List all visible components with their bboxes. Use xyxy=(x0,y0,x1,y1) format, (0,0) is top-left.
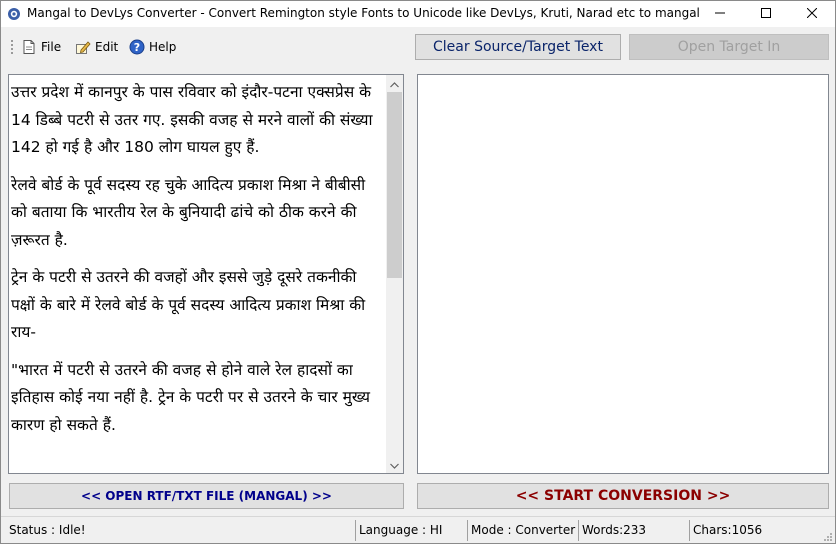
app-window: Mangal to DevLys Converter - Convert Rem… xyxy=(0,0,836,544)
chevron-down-icon xyxy=(390,458,399,472)
toolbar-grip[interactable] xyxy=(11,40,14,54)
scroll-up-button[interactable] xyxy=(386,75,403,92)
menu-help[interactable]: ? Help xyxy=(129,37,176,57)
scroll-thumb[interactable] xyxy=(387,92,402,278)
menu-file-label: File xyxy=(41,40,62,54)
clear-text-button[interactable]: Clear Source/Target Text xyxy=(415,34,621,60)
language-indicator: Language : HI xyxy=(359,523,443,537)
char-count: Chars:1056 xyxy=(693,523,763,537)
open-file-button[interactable]: << OPEN RTF/TXT FILE (MANGAL) >> xyxy=(9,483,404,509)
close-icon xyxy=(806,7,818,21)
status-divider xyxy=(578,520,579,541)
source-paragraph: "भारत में पटरी से उतरने की वजह से होने व… xyxy=(11,360,370,434)
title-bar[interactable]: Mangal to DevLys Converter - Convert Rem… xyxy=(1,1,835,27)
source-scrollbar[interactable] xyxy=(386,75,403,473)
edit-icon xyxy=(75,39,91,55)
file-icon xyxy=(21,39,37,55)
source-text: उत्तर प्रदेश में कानपुर के पास रविवार को… xyxy=(11,79,383,449)
svg-text:?: ? xyxy=(134,41,140,54)
source-paragraph: उत्तर प्रदेश में कानपुर के पास रविवार को… xyxy=(11,83,373,156)
minimize-icon xyxy=(715,7,725,21)
close-button[interactable] xyxy=(789,1,835,27)
status-divider xyxy=(355,520,356,541)
status-text: Status : Idle! xyxy=(9,523,86,537)
word-count: Words:233 xyxy=(582,523,647,537)
chevron-up-icon xyxy=(390,77,399,91)
maximize-button[interactable] xyxy=(743,1,789,27)
scroll-down-button[interactable] xyxy=(386,456,403,473)
source-paragraph: रेलवे बोर्ड के पूर्व सदस्य रह चुके आदित्… xyxy=(11,175,366,249)
mode-indicator: Mode : Converter xyxy=(471,523,576,537)
status-bar: Status : Idle! Language : HI Mode : Conv… xyxy=(1,516,835,543)
menu-bar: File Edit ? Help xyxy=(1,31,401,61)
menu-edit-label: Edit xyxy=(95,40,119,54)
window-title: Mangal to DevLys Converter - Convert Rem… xyxy=(27,6,700,20)
minimize-button[interactable] xyxy=(697,1,743,27)
source-textbox[interactable]: उत्तर प्रदेश में कानपुर के पास रविवार को… xyxy=(8,74,404,474)
menu-edit[interactable]: Edit xyxy=(75,37,118,57)
menu-file[interactable]: File xyxy=(21,37,61,57)
open-target-button[interactable]: Open Target In xyxy=(629,34,829,60)
help-icon: ? xyxy=(129,39,145,55)
app-icon xyxy=(7,7,21,21)
menu-help-label: Help xyxy=(149,40,177,54)
status-divider xyxy=(467,520,468,541)
resize-grip-icon[interactable] xyxy=(823,531,833,541)
target-textbox[interactable] xyxy=(417,74,829,474)
start-conversion-button[interactable]: << START CONVERSION >> xyxy=(417,483,829,509)
status-divider xyxy=(689,520,690,541)
source-paragraph: ट्रेन के पटरी से उतरने की वजहों और इससे … xyxy=(11,268,366,341)
maximize-icon xyxy=(761,7,771,21)
